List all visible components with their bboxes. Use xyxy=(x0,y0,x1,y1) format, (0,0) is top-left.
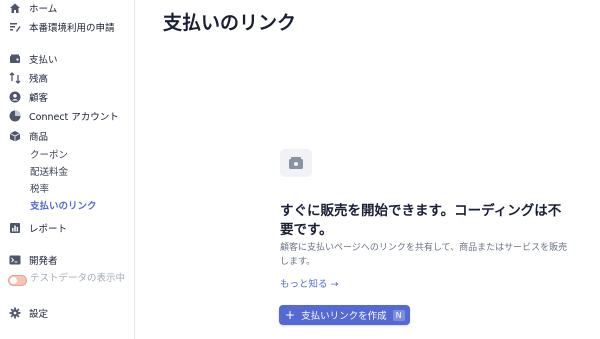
learn-more-link[interactable]: もっと知る → xyxy=(280,276,338,290)
test-data-toggle-label: テストデータの表示中 xyxy=(30,273,126,284)
sidebar: ホーム 本番環境利用の申請 支払い 残高 顧客 Connect アカウント 商品… xyxy=(0,0,135,339)
home-icon xyxy=(8,2,21,15)
sidebar-item-balances[interactable]: 残高 xyxy=(8,70,48,86)
sidebar-item-products[interactable]: 商品 xyxy=(8,128,48,144)
sidebar-item-label: Connect アカウント xyxy=(29,112,119,123)
connect-icon xyxy=(8,110,21,123)
sidebar-subitem-coupons[interactable]: クーポン xyxy=(30,147,68,161)
create-payment-link-label: 支払いリンクを作成 xyxy=(301,311,387,322)
sidebar-item-developers[interactable]: 開発者 xyxy=(8,252,58,268)
empty-state-description: 顧客に支払いページへのリンクを共有して、商品またはサービスを販売します。 xyxy=(280,243,568,267)
sidebar-item-label: 開発者 xyxy=(29,256,58,267)
report-icon xyxy=(8,222,21,235)
plus-icon: + xyxy=(285,308,296,322)
sidebar-item-label: 商品 xyxy=(29,132,49,143)
page-title: 支払いのリンク xyxy=(163,12,297,34)
sidebar-item-label: 設定 xyxy=(29,309,49,320)
sidebar-item-label: 支払い xyxy=(29,55,58,66)
sidebar-item-label: ホーム xyxy=(29,4,58,15)
sidebar-item-home[interactable]: ホーム xyxy=(8,0,57,16)
create-payment-link-button[interactable]: + 支払いリンクを作成 N xyxy=(279,305,410,325)
sidebar-item-customers[interactable]: 顧客 xyxy=(8,89,48,105)
edit-list-icon xyxy=(8,21,21,34)
sidebar-item-connect-accounts[interactable]: Connect アカウント xyxy=(8,108,119,124)
payment-link-icon xyxy=(280,149,312,177)
gear-icon xyxy=(8,307,21,320)
sidebar-item-payments[interactable]: 支払い xyxy=(8,51,58,67)
box-icon xyxy=(8,130,21,143)
wallet-icon xyxy=(8,53,21,66)
test-data-toggle[interactable] xyxy=(8,275,27,286)
sidebar-subitem-tax-rates[interactable]: 税率 xyxy=(30,181,49,195)
sidebar-item-settings[interactable]: 設定 xyxy=(8,305,48,321)
transfer-icon xyxy=(8,72,21,85)
user-icon xyxy=(8,91,21,104)
sidebar-item-reports[interactable]: レポート xyxy=(8,220,67,236)
empty-state-headline: すぐに販売を開始できます。コーディングは不要です。 xyxy=(280,203,562,238)
keyboard-shortcut-badge: N xyxy=(392,309,405,321)
sidebar-subitem-shipping-rates[interactable]: 配送料金 xyxy=(30,164,68,178)
sidebar-item-activate-account[interactable]: 本番環境利用の申請 xyxy=(8,19,115,35)
sidebar-item-label: 本番環境利用の申請 xyxy=(29,23,115,34)
sidebar-item-label: 残高 xyxy=(29,74,49,85)
sidebar-item-label: レポート xyxy=(29,224,68,235)
sidebar-subitem-payment-links[interactable]: 支払いのリンク xyxy=(30,198,97,212)
terminal-icon xyxy=(8,254,21,267)
sidebar-item-label: 顧客 xyxy=(29,93,49,104)
